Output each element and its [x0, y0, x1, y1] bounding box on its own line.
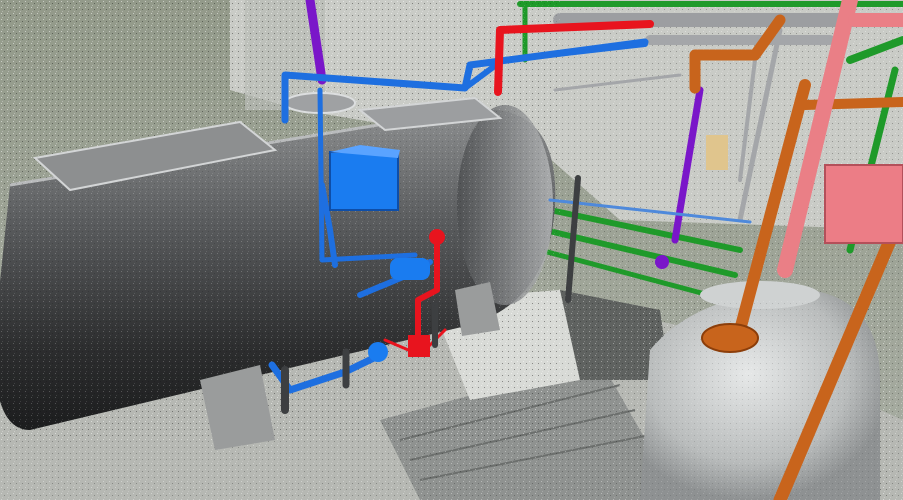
blue-flange — [368, 342, 388, 362]
purple-valve — [655, 255, 669, 269]
blue-junction-box — [329, 151, 399, 211]
tan-instrument — [706, 135, 728, 170]
orange-flange — [701, 323, 759, 353]
red-fitting — [408, 335, 430, 357]
pink-equipment-box — [824, 164, 903, 244]
red-valve-handle — [429, 229, 445, 245]
blue-valve — [390, 258, 430, 280]
scan-viewport[interactable] — [0, 0, 903, 500]
scene-drawing — [0, 0, 903, 500]
